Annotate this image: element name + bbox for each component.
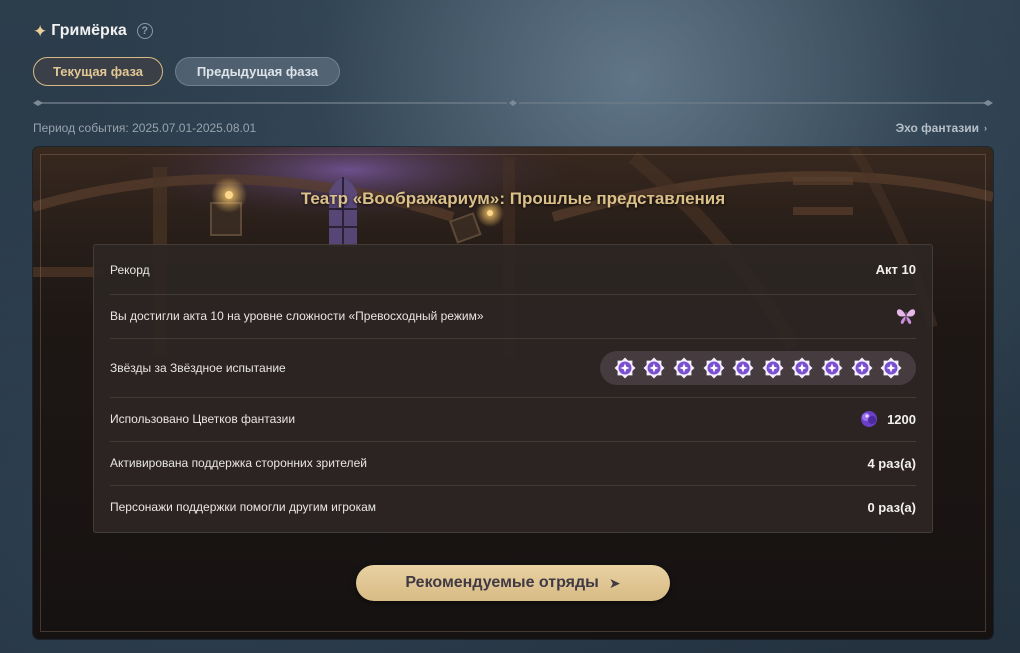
star-medal-icon — [791, 357, 813, 378]
echo-fantasia-link[interactable]: Эхо фантазии › — [896, 121, 987, 135]
support-helped-value: 0 раз(а) — [867, 499, 916, 515]
difficulty-value — [896, 307, 916, 325]
flowers-value-group: 1200 — [859, 409, 916, 429]
help-icon[interactable]: ? — [136, 23, 153, 39]
tab-previous-phase[interactable]: Предыдущая фаза — [175, 57, 340, 86]
panel-title: Театр «Воображариум»: Прошлые представле… — [300, 189, 726, 208]
event-period: Период события: 2025.07.01-2025.08.01 — [33, 121, 257, 135]
star-medal-icon — [703, 357, 724, 378]
arrow-right-icon: ➤ — [608, 574, 621, 591]
support-activated-value: 4 раз(а) — [867, 455, 916, 471]
stat-row-support-helped: Персонажи поддержки помогли другим игрок… — [110, 485, 916, 529]
chevron-right-icon: › — [984, 123, 987, 133]
stars-pill — [600, 350, 916, 385]
record-value: Акт 10 — [875, 262, 916, 277]
star-medal-icon — [821, 357, 843, 378]
header: ✦ Гримёрка ? — [33, 20, 153, 42]
star-medal-icon — [614, 357, 636, 378]
star-medal-icon — [851, 357, 873, 378]
flowers-label: Использовано Цветков фантазии — [110, 412, 296, 426]
echo-fantasia-label: Эхо фантазии — [895, 121, 979, 135]
tab-current-phase[interactable]: Текущая фаза — [33, 57, 163, 86]
record-label: Рекорд — [110, 262, 150, 277]
phase-tabs: Текущая фаза Предыдущая фаза — [33, 57, 340, 86]
sparkle-icon: ✦ — [33, 21, 48, 41]
theater-panel: Театр «Воображариум»: Прошлые представле… — [33, 147, 993, 639]
star-medal-icon — [643, 357, 665, 378]
stat-row-difficulty: Вы достигли акта 10 на уровне сложности … — [110, 294, 916, 339]
support-activated-label: Активирована поддержка сторонних зрителе… — [110, 456, 367, 470]
flowers-value: 1200 — [887, 411, 916, 427]
support-helped-label: Персонажи поддержки помогли другим игрок… — [110, 500, 377, 514]
stats-card: Рекорд Акт 10 Вы достигли акта 10 на уро… — [93, 244, 933, 533]
stat-row-support-activated: Активирована поддержка сторонних зрителе… — [110, 441, 916, 486]
star-medal-icon — [880, 357, 902, 378]
star-medal-icon — [673, 357, 695, 378]
fantasia-flower-icon — [861, 411, 878, 427]
recommended-teams-button[interactable]: Рекомендуемые отряды ➤ — [356, 565, 670, 601]
butterfly-icon — [896, 309, 916, 324]
page-title: Гримёрка — [51, 22, 127, 39]
recommended-teams-label: Рекомендуемые отряды — [405, 574, 599, 591]
stat-row-stars: Звёзды за Звёздное испытание — [110, 338, 916, 398]
star-medal-icon — [762, 357, 784, 378]
section-divider — [33, 100, 993, 106]
star-medal-icon — [732, 357, 754, 378]
stat-row-record: Рекорд Акт 10 — [110, 245, 916, 295]
stat-row-flowers: Использовано Цветков фантазии 1200 — [110, 397, 916, 442]
stars-label: Звёзды за Звёздное испытание — [110, 360, 286, 375]
difficulty-label: Вы достигли акта 10 на уровне сложности … — [110, 309, 484, 323]
